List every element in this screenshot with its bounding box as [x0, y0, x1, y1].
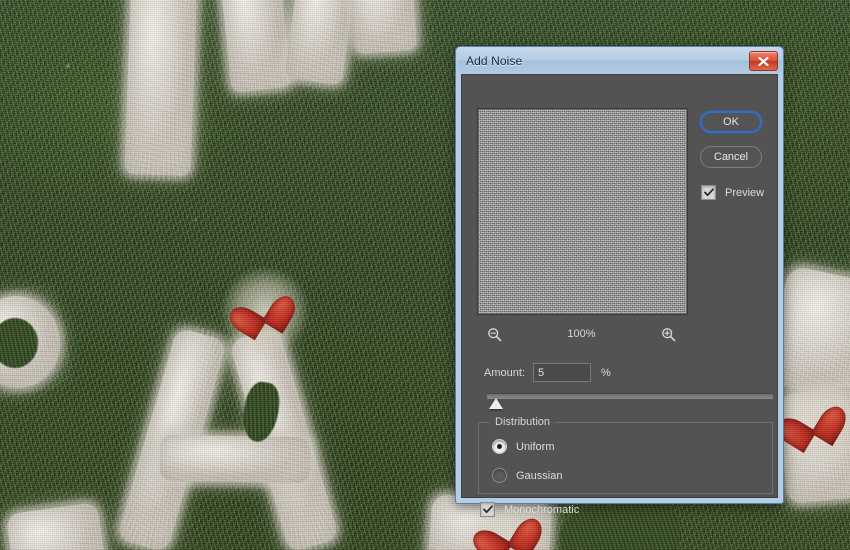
ok-button[interactable]: OK: [700, 111, 762, 133]
monochromatic-checkbox[interactable]: Monochromatic: [480, 502, 579, 517]
cancel-button[interactable]: Cancel: [700, 146, 762, 168]
preview-label: Preview: [725, 186, 765, 199]
close-x-icon: [758, 56, 769, 66]
dialog-title: Add Noise: [466, 53, 523, 68]
radio-uniform-indicator: [492, 439, 507, 454]
screen: Add Noise 100% Amount: 5 % Distribution …: [0, 0, 850, 550]
distribution-legend: Distribution: [490, 416, 556, 428]
checkmark-icon: [482, 505, 493, 514]
zoom-level: 100%: [567, 328, 596, 340]
amount-label: Amount:: [484, 366, 525, 379]
amount-slider[interactable]: [487, 390, 773, 412]
amount-unit: %: [600, 366, 611, 379]
close-button[interactable]: [749, 51, 778, 71]
monochromatic-label: Monochromatic: [504, 503, 580, 516]
add-noise-dialog: Add Noise 100% Amount: 5 % Distribution …: [455, 46, 784, 517]
preview-checkbox[interactable]: Preview: [701, 185, 764, 200]
painted-letter: [348, 0, 418, 55]
radio-gaussian-label: Gaussian: [516, 469, 563, 482]
monochromatic-check-indicator: [480, 502, 495, 517]
amount-row: Amount: %: [484, 363, 611, 382]
radio-gaussian[interactable]: Gaussian: [492, 468, 562, 483]
radio-uniform[interactable]: Uniform: [492, 439, 555, 454]
magnifier-plus-icon[interactable]: [661, 327, 676, 342]
painted-letter: [124, 0, 198, 177]
dialog-titlebar[interactable]: Add Noise: [457, 47, 782, 74]
amount-input[interactable]: [532, 363, 591, 382]
painted-letter: [159, 434, 311, 484]
slider-track: [487, 393, 773, 399]
preview-check-indicator: [701, 185, 716, 200]
radio-uniform-label: Uniform: [516, 440, 555, 453]
radio-gaussian-indicator: [492, 468, 507, 483]
magnifier-minus-icon[interactable]: [487, 327, 502, 342]
noise-preview-thumbnail[interactable]: [477, 108, 688, 315]
slider-thumb[interactable]: [489, 398, 503, 409]
distribution-group: Distribution Uniform Gaussian: [478, 416, 773, 494]
dialog-body: 100% Amount: % Distribution: [461, 74, 778, 517]
checkmark-icon: [703, 188, 714, 197]
zoom-controls: 100%: [477, 323, 686, 345]
